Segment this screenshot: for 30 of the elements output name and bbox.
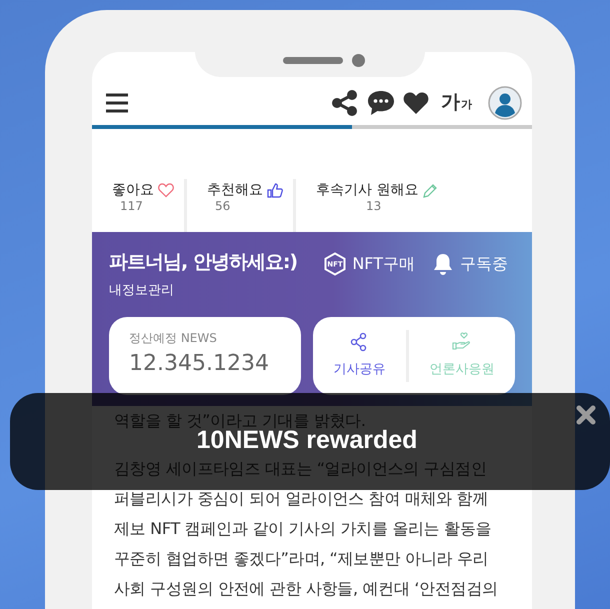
menu-icon [106,92,128,112]
greeting-text: 파트너님, 안녕하세요:) [109,250,298,275]
balance-label: 정산예정 NEWS [129,330,218,346]
reaction-button[interactable]: 후속기사 원해요 [316,182,438,199]
share-icon[interactable] [331,90,359,116]
avatar-button[interactable] [488,86,522,120]
toast-message: 10NEWS rewarded [196,427,418,454]
card-button[interactable]: 기사공유 [313,332,406,380]
user-avatar-icon [488,86,522,120]
menu-button[interactable] [106,92,128,112]
heart-hand-icon [452,332,472,352]
close-icon [576,405,596,425]
thumbs-up-icon [267,182,283,198]
font-size-button[interactable]: 가가 [441,88,472,117]
chat-bubble-icon[interactable] [367,90,395,116]
speaker-grille [283,57,343,64]
card-action-button[interactable]: 구독중 [431,252,508,276]
pencil-icon [422,182,438,198]
reaction-count: 56 [215,198,230,214]
balance-value: 12.345.1234 [129,350,270,378]
heart-icon[interactable] [403,90,429,114]
heart-outline-icon [158,182,174,198]
my-info-link[interactable]: 내정보관리 [109,280,174,300]
reaction-count: 117 [120,198,143,214]
reaction-button[interactable]: 좋아요 [112,182,174,199]
camera-dot [352,54,365,67]
reaction-count: 13 [366,198,382,214]
close-button[interactable] [576,405,596,425]
reaction-button[interactable]: 추천해요 [207,182,283,199]
bell-icon [431,252,455,276]
